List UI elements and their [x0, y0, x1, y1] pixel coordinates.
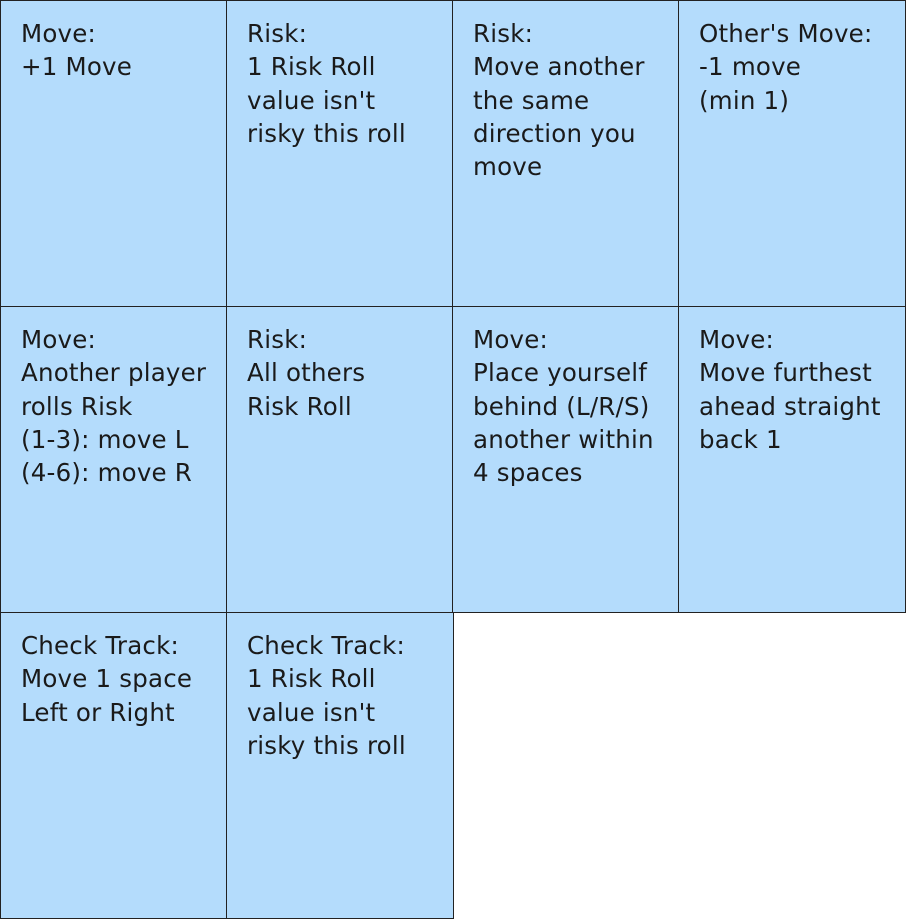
card-text-line: 4 spaces [473, 458, 583, 488]
card-title: Risk: [473, 19, 534, 48]
card-risk-all-others: Risk: All others Risk Roll [226, 306, 454, 613]
card-text-line: risky this roll [247, 118, 406, 148]
card-text-line: (min 1) [699, 85, 790, 115]
card-text-line: direction you [473, 118, 636, 148]
card-text-line: value isn't [247, 697, 376, 727]
card-text-line: +1 Move [21, 52, 133, 82]
card-check-track-side-step: Check Track: Move 1 space Left or Right [0, 612, 228, 919]
card-title: Move: [473, 325, 548, 354]
card-title: Other's Move: [699, 19, 873, 48]
card-title: Check Track: [21, 631, 179, 660]
card-text-line: the same [473, 85, 590, 115]
card-others-move-minus-one: Other's Move: -1 move (min 1) [678, 0, 906, 307]
card-text-line: ahead straight [699, 391, 881, 421]
card-text-line: Another player [21, 358, 207, 388]
card-risk-move-another: Risk: Move another the same direction yo… [452, 0, 680, 307]
card-move-another-player-rolls: Move: Another player rolls Risk (1-3): m… [0, 306, 228, 613]
card-text-line: -1 move [699, 52, 802, 82]
card-text-line: (4-6): move R [21, 458, 193, 488]
card-move-furthest-back: Move: Move furthest ahead straight back … [678, 306, 906, 613]
card-text-line: Left or Right [21, 697, 175, 727]
card-text-line: 1 Risk Roll [247, 664, 376, 694]
card-text-line: another within [473, 424, 654, 454]
card-text-line: move [473, 152, 543, 182]
card-title: Move: [21, 325, 96, 354]
card-title: Risk: [247, 325, 308, 354]
card-text-line: rolls Risk [21, 391, 133, 421]
card-text-line: risky this roll [247, 730, 406, 760]
card-risk-safe-value: Risk: 1 Risk Roll value isn't risky this… [226, 0, 454, 307]
card-text-line: Move 1 space [21, 664, 193, 694]
card-sheet: Move: +1 Move Risk: 1 Risk Roll value is… [0, 0, 906, 919]
card-move-place-behind: Move: Place yourself behind (L/R/S) anot… [452, 306, 680, 613]
card-title: Move: [21, 19, 96, 48]
card-text-line: 1 Risk Roll [247, 52, 376, 82]
card-text-line: behind (L/R/S) [473, 391, 650, 421]
card-title: Risk: [247, 19, 308, 48]
card-title: Move: [699, 325, 774, 354]
card-move-plus-one: Move: +1 Move [0, 0, 228, 307]
card-check-track-safe-value: Check Track: 1 Risk Roll value isn't ris… [226, 612, 454, 919]
card-text-line: Place yourself [473, 358, 648, 388]
card-text-line: Move another [473, 52, 645, 82]
card-text-line: value isn't [247, 85, 376, 115]
card-title: Check Track: [247, 631, 405, 660]
card-text-line: Risk Roll [247, 391, 352, 421]
card-text-line: (1-3): move L [21, 424, 189, 454]
card-text-line: All others [247, 358, 366, 388]
card-text-line: Move furthest [699, 358, 872, 388]
card-text-line: back 1 [699, 424, 782, 454]
